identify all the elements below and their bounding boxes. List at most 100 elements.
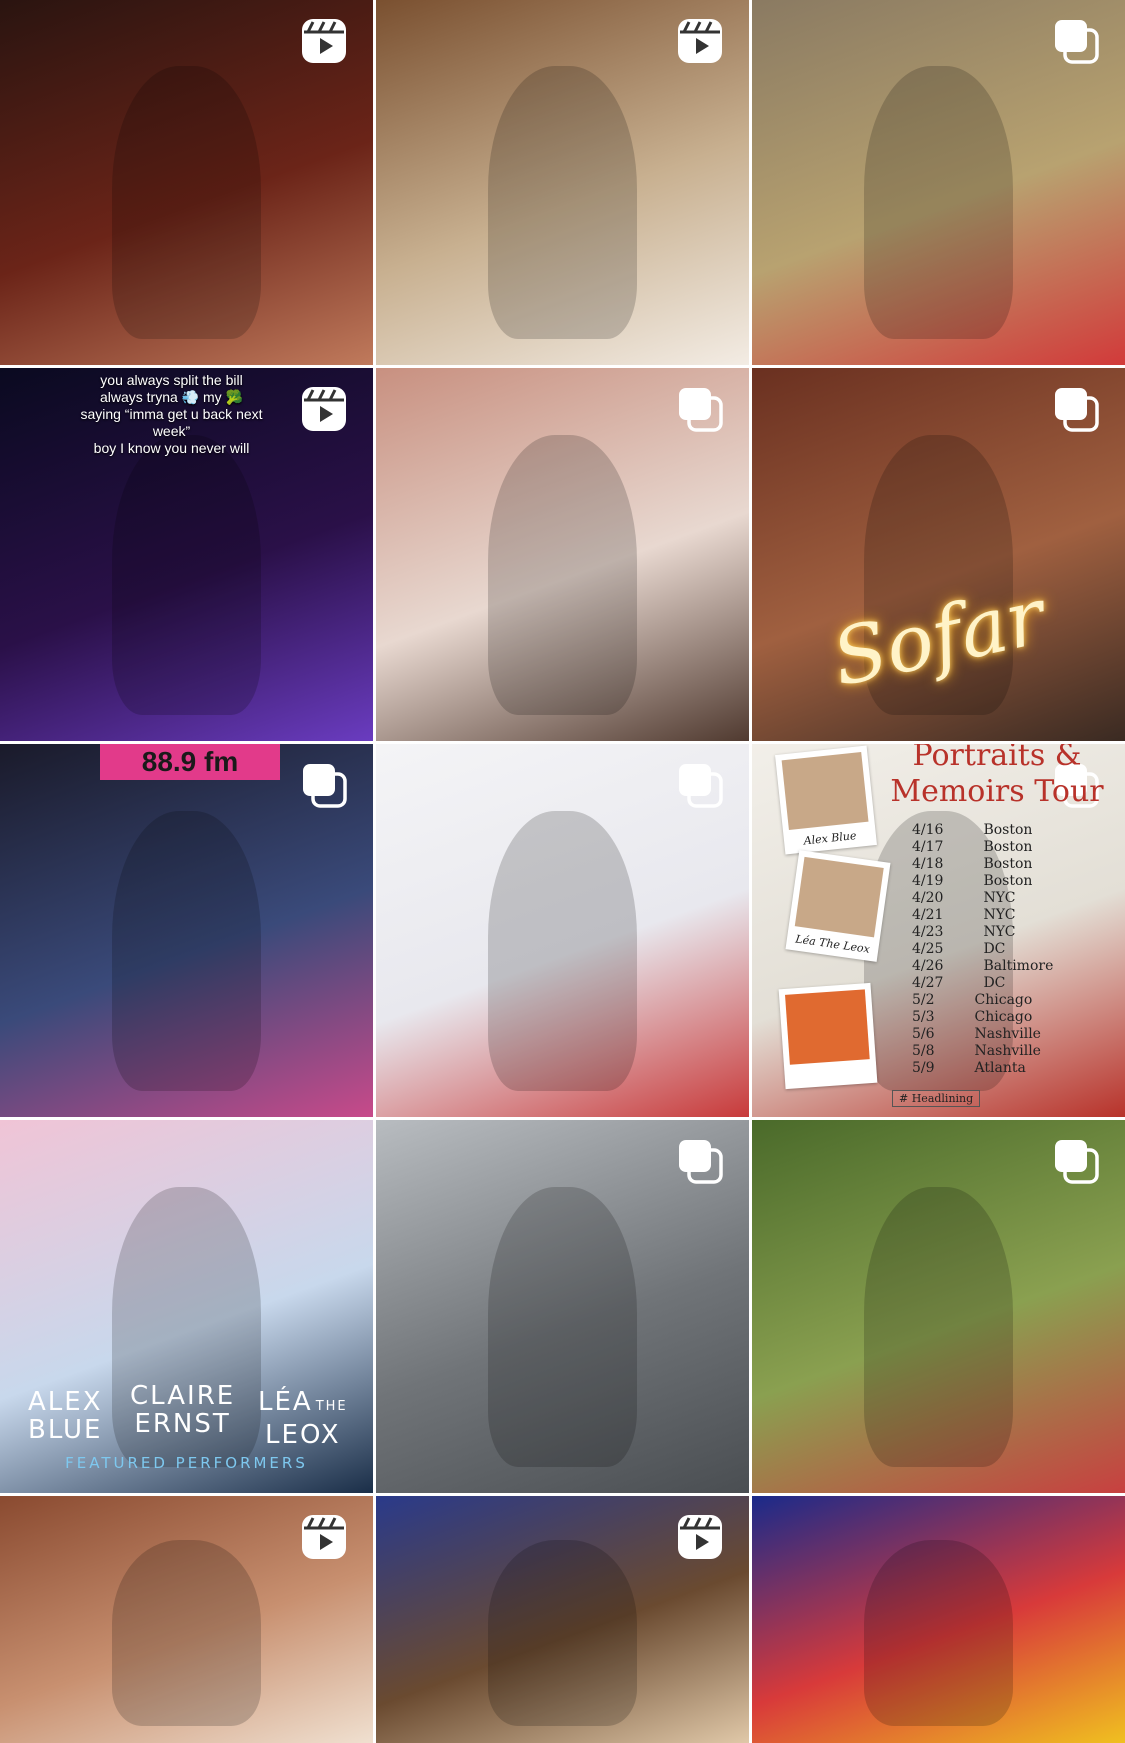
post-tile-radio-studio[interactable]: 88.9 fm (0, 744, 373, 1117)
station-sign: 88.9 fm (100, 744, 280, 780)
photo-subject (111, 1540, 262, 1726)
caption-line: always tryna 💨 my 🥦 (99, 389, 243, 405)
tour-date: 5/8 (912, 1043, 935, 1059)
tour-date-row: 5/8 Nashville (912, 1043, 1041, 1059)
polaroid-photo: Léa The Leox (785, 850, 891, 962)
tour-date-row: 4/23 NYC (912, 924, 1015, 940)
tour-city: DC (983, 941, 1006, 957)
tour-date-row: 4/18 Boston (912, 856, 1032, 872)
polaroid-image (794, 856, 884, 938)
carousel-icon (675, 384, 725, 434)
post-tile-flowers-theater[interactable] (752, 0, 1125, 365)
performer-name: LÉA THE LEOX (258, 1388, 348, 1449)
tour-date: 4/16 (912, 822, 944, 838)
tour-date-row: 4/21 NYC (912, 907, 1015, 923)
photo-subject (111, 65, 262, 340)
performer-first: ALEX (28, 1387, 103, 1417)
tour-city: NYC (983, 924, 1016, 940)
post-tile-singing-mic[interactable] (0, 0, 373, 365)
performer-name: CLAIRE ERNST (130, 1382, 235, 1438)
post-tile-red-lips[interactable] (0, 1496, 373, 1743)
tour-date: 4/23 (912, 924, 944, 940)
carousel-icon (1051, 1136, 1101, 1186)
photo-subject (487, 1187, 638, 1467)
tour-date: 4/18 (912, 856, 944, 872)
photo-subject (487, 65, 638, 340)
post-tile-colorful-sweater[interactable] (752, 1496, 1125, 1743)
caption-line: week” (152, 423, 191, 439)
tour-city: Boston (983, 856, 1033, 872)
carousel-icon (1051, 16, 1101, 66)
carousel-icon (675, 1136, 725, 1186)
tour-city: Boston (983, 873, 1033, 889)
tour-city: Baltimore (983, 958, 1054, 974)
tour-city: Chicago (974, 1009, 1033, 1025)
photo-subject (487, 811, 638, 1091)
reel-icon (299, 1512, 349, 1562)
tour-date-row: 5/9 Atlanta (912, 1060, 1026, 1076)
tour-city: Boston (983, 839, 1033, 855)
poster-title-line: Memoirs Tour (890, 774, 1104, 809)
tour-city: Nashville (974, 1026, 1041, 1042)
reel-caption: you always split the bill always tryna 💨 … (0, 372, 373, 457)
tour-date: 4/25 (912, 941, 944, 957)
post-tile-sofar-brick[interactable]: Sofar (752, 368, 1125, 741)
performer-name-line: LÉA THE (258, 1388, 348, 1421)
profile-post-grid: you always split the bill always tryna 💨 … (0, 0, 1125, 1743)
tour-date: 5/9 (912, 1060, 935, 1076)
performer-name-line: CLAIRE (130, 1382, 235, 1410)
tour-date: 4/17 (912, 839, 944, 855)
post-tile-parking-lot[interactable] (376, 1120, 749, 1493)
tour-city: Nashville (974, 1043, 1041, 1059)
photo-subject (111, 811, 262, 1091)
reel-icon (675, 16, 725, 66)
post-tile-hallway-mirror[interactable] (376, 368, 749, 741)
polaroid-photo: Alex Blue (775, 745, 877, 855)
tour-date: 5/3 (912, 1009, 935, 1025)
tour-date: 4/21 (912, 907, 944, 923)
photo-subject (863, 65, 1014, 340)
performer-last: ERNST (134, 1409, 231, 1439)
tour-city: Chicago (974, 992, 1033, 1008)
carousel-icon (1051, 384, 1101, 434)
post-tile-featured-performers[interactable]: ALEX BLUE CLAIRE ERNST LÉA THE LEOX FEATURED PE… (0, 1120, 373, 1493)
tour-city: NYC (983, 890, 1016, 906)
performer-name-line: ALEX (28, 1388, 103, 1416)
post-tile-sunglasses[interactable] (376, 1496, 749, 1743)
photo-subject (487, 435, 638, 715)
post-tile-picnic[interactable] (752, 1120, 1125, 1493)
post-tile-tour-poster[interactable]: Portraits & Memoirs Tour 4/16 Boston 4/17 Bos… (752, 744, 1125, 1117)
tour-date: 4/20 (912, 890, 944, 906)
reel-icon (299, 16, 349, 66)
carousel-icon (675, 760, 725, 810)
caption-line: boy I know you never will (93, 440, 250, 456)
tour-date: 4/26 (912, 958, 944, 974)
post-tile-piano-selfie[interactable] (376, 0, 749, 365)
caption-line: you always split the bill (100, 372, 243, 388)
tour-date: 4/19 (912, 873, 944, 889)
featured-performers-label: FEATURED PERFORMERS (65, 1454, 308, 1472)
photo-subject (111, 435, 262, 715)
tour-city: DC (983, 975, 1006, 991)
polaroid-name: Alex Blue (803, 829, 857, 848)
tour-city: NYC (983, 907, 1016, 923)
caption-line: saying “imma get u back next (80, 406, 263, 422)
post-tile-trio-stage[interactable]: you always split the bill always tryna 💨 … (0, 368, 373, 741)
tour-date-row: 5/3 Chicago (912, 1009, 1032, 1025)
polaroid-photo (778, 982, 878, 1090)
tour-date-row: 4/20 NYC (912, 890, 1015, 906)
tour-date: 4/27 (912, 975, 944, 991)
tour-date-row: 5/6 Nashville (912, 1026, 1041, 1042)
performer-first: LÉA (258, 1387, 313, 1417)
poster-title-line: Portraits & (912, 744, 1082, 773)
post-tile-polka-dot-skirt[interactable] (376, 744, 749, 1117)
performer-last: BLUE (28, 1415, 103, 1445)
tour-date: 5/2 (912, 992, 935, 1008)
tour-date-row: 4/25 DC (912, 941, 1005, 957)
poster-title: Portraits & Memoirs Tour (877, 744, 1117, 810)
tour-date-row: 4/17 Boston (912, 839, 1032, 855)
poster-legend: # Headlining (892, 1090, 981, 1107)
tour-date-row: 4/26 Baltimore (912, 958, 1053, 974)
performer-first: CLAIRE (130, 1381, 236, 1411)
photo-subject (863, 1187, 1014, 1467)
